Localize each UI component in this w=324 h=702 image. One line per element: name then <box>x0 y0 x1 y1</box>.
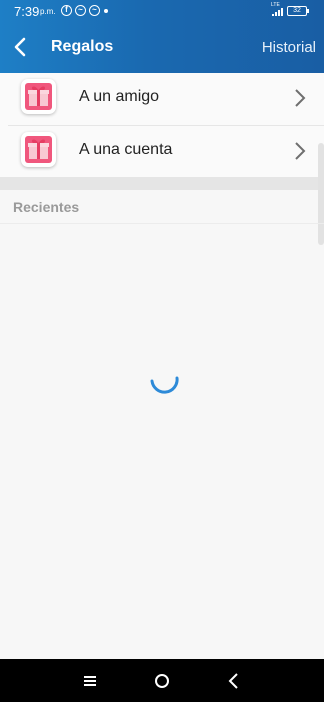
notification-icons: f ~ ~ <box>61 5 108 16</box>
gift-icon <box>21 132 56 167</box>
recents-title: Recientes <box>13 199 80 215</box>
divider <box>0 223 324 224</box>
option-row-account[interactable]: A una cuenta <box>8 125 324 178</box>
gift-options-list: A un amigo A una cuenta <box>0 73 324 178</box>
status-bar: 7:39 p.m. f ~ ~ LTE 32 <box>0 0 324 22</box>
facebook-icon: f <box>61 5 72 16</box>
home-icon[interactable] <box>152 671 172 691</box>
signal-icon <box>272 8 283 16</box>
scrollbar[interactable] <box>318 143 324 245</box>
back-button[interactable] <box>10 36 32 58</box>
app-header: 7:39 p.m. f ~ ~ LTE 32 Regalos Historial <box>0 0 324 73</box>
arrow-left-icon <box>14 37 26 57</box>
messenger-icon: ~ <box>75 5 86 16</box>
page-title: Regalos <box>51 38 114 55</box>
chevron-right-icon <box>295 142 306 160</box>
back-icon[interactable] <box>224 671 244 691</box>
loading-spinner-icon <box>150 376 179 394</box>
status-ampm: p.m. <box>40 7 56 16</box>
battery-level: 32 <box>293 7 301 14</box>
system-nav-bar <box>0 659 324 702</box>
more-notifications-icon <box>104 8 108 13</box>
option-label: A una cuenta <box>79 141 173 158</box>
messenger-icon: ~ <box>89 5 100 16</box>
chevron-right-icon <box>295 89 306 107</box>
gift-icon <box>21 79 56 114</box>
option-label: A un amigo <box>79 88 160 105</box>
battery-icon: 32 <box>287 6 309 16</box>
menu-icon[interactable] <box>80 671 100 691</box>
status-time: 7:39 <box>14 4 40 19</box>
section-divider <box>0 177 324 190</box>
option-row-friend[interactable]: A un amigo <box>0 73 324 125</box>
history-button[interactable]: Historial <box>262 39 316 56</box>
